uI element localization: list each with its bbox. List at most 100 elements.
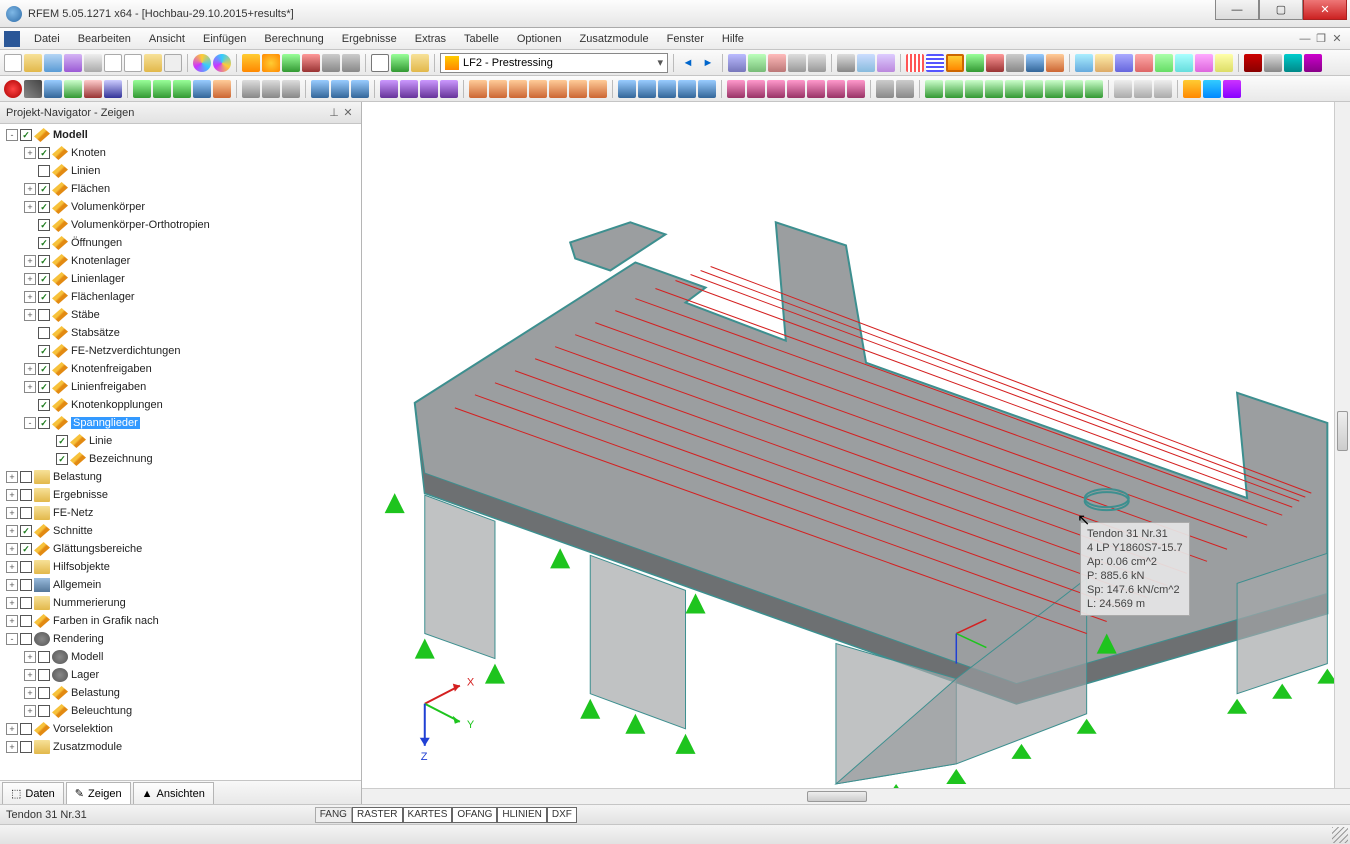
tree-checkbox[interactable] (38, 705, 50, 717)
menu-hilfe[interactable]: Hilfe (714, 31, 752, 47)
mesh8-icon[interactable] (1046, 54, 1064, 72)
navigator-tab-zeigen[interactable]: ✎Zeigen (66, 782, 131, 804)
ext3-icon[interactable] (965, 80, 983, 98)
tree-node[interactable]: +Modell (0, 648, 361, 666)
render5-icon[interactable] (698, 80, 716, 98)
expand-icon[interactable]: + (24, 273, 36, 285)
expand-icon[interactable]: + (24, 651, 36, 663)
bar-icon[interactable] (84, 80, 102, 98)
menu-bearbeiten[interactable]: Bearbeiten (70, 31, 139, 47)
view-xz-icon[interactable] (748, 54, 766, 72)
tree-checkbox[interactable] (38, 345, 50, 357)
ext9-icon[interactable] (1085, 80, 1103, 98)
tree-node[interactable]: FE-Netzverdichtungen (0, 342, 361, 360)
expand-icon[interactable]: + (6, 723, 18, 735)
window-minimize-button[interactable]: — (1215, 0, 1259, 20)
support2-icon[interactable] (153, 80, 171, 98)
expand-icon[interactable]: + (24, 687, 36, 699)
expand-icon[interactable]: + (6, 579, 18, 591)
window-maximize-button[interactable]: ▢ (1259, 0, 1303, 20)
mesh5-icon[interactable] (986, 54, 1004, 72)
tree-node[interactable]: -Spannglieder (0, 414, 361, 432)
res7-icon[interactable] (847, 80, 865, 98)
expand-icon[interactable]: + (6, 741, 18, 753)
surf-icon[interactable] (877, 54, 895, 72)
tree-node[interactable]: +Flächen (0, 180, 361, 198)
status-toggle-dxf[interactable]: DXF (547, 807, 577, 823)
status-toggle-fang[interactable]: FANG (315, 807, 352, 823)
view-horizontal-scrollbar[interactable] (362, 788, 1350, 804)
spring-icon[interactable] (213, 80, 231, 98)
edit2-icon[interactable] (262, 80, 280, 98)
check-icon[interactable] (282, 54, 300, 72)
res1-icon[interactable] (727, 80, 745, 98)
tree-checkbox[interactable] (38, 147, 50, 159)
error-icon[interactable] (302, 54, 320, 72)
tree-checkbox[interactable] (20, 507, 32, 519)
next-lc-icon[interactable]: ► (699, 54, 717, 72)
mesh1-icon[interactable] (906, 54, 924, 72)
calc-all-icon[interactable] (262, 54, 280, 72)
tree-checkbox[interactable] (38, 399, 50, 411)
tool-h-icon[interactable] (1215, 54, 1233, 72)
tool-a-icon[interactable] (1075, 54, 1093, 72)
tree-node[interactable]: +Linienfreigaben (0, 378, 361, 396)
mdi-close-icon[interactable]: ✕ (1330, 32, 1344, 46)
expand-icon[interactable]: + (24, 291, 36, 303)
tool-g-icon[interactable] (1195, 54, 1213, 72)
res2-icon[interactable] (747, 80, 765, 98)
tree-node[interactable]: +Glättungsbereiche (0, 540, 361, 558)
status-toggle-hlinien[interactable]: HLINIEN (497, 807, 546, 823)
tree-checkbox[interactable] (38, 363, 50, 375)
mesh2-icon[interactable] (926, 54, 944, 72)
rotate-icon[interactable] (331, 80, 349, 98)
expand-icon[interactable]: + (24, 183, 36, 195)
tree-node[interactable]: +Allgemein (0, 576, 361, 594)
load4-icon[interactable] (529, 80, 547, 98)
tree-checkbox[interactable] (56, 453, 68, 465)
expand-icon[interactable]: + (6, 507, 18, 519)
tree-checkbox[interactable] (56, 435, 68, 447)
tree-node[interactable]: Linie (0, 432, 361, 450)
tree-node[interactable]: +Beleuchtung (0, 702, 361, 720)
grid-icon[interactable] (857, 54, 875, 72)
tree-checkbox[interactable] (38, 381, 50, 393)
status-toggle-ofang[interactable]: OFANG (452, 807, 497, 823)
tree-node[interactable]: +Belastung (0, 684, 361, 702)
pin-icon[interactable]: ⊥ (327, 106, 341, 119)
open-icon[interactable] (24, 54, 42, 72)
expand-icon[interactable]: + (24, 309, 36, 321)
misc1-icon[interactable] (876, 80, 894, 98)
tree-checkbox[interactable] (20, 525, 32, 537)
render1-icon[interactable] (618, 80, 636, 98)
line-icon[interactable] (24, 80, 42, 98)
new-icon[interactable] (4, 54, 22, 72)
res5-icon[interactable] (807, 80, 825, 98)
ext2-icon[interactable] (945, 80, 963, 98)
resize-grip-icon[interactable] (1332, 827, 1348, 843)
tree-checkbox[interactable] (20, 723, 32, 735)
tree-node[interactable]: +Lager (0, 666, 361, 684)
tree-checkbox[interactable] (20, 579, 32, 591)
model-manager-icon[interactable] (144, 54, 162, 72)
render2-icon[interactable] (638, 80, 656, 98)
mesh6-icon[interactable] (1006, 54, 1024, 72)
expand-icon[interactable]: + (6, 597, 18, 609)
expand-icon[interactable]: + (6, 561, 18, 573)
collapse-icon[interactable]: - (6, 633, 18, 645)
tree-node[interactable]: +Stäbe (0, 306, 361, 324)
tree-checkbox[interactable] (38, 669, 50, 681)
tree-node[interactable]: +Vorselektion (0, 720, 361, 738)
expand-icon[interactable]: + (6, 489, 18, 501)
menu-ergebnisse[interactable]: Ergebnisse (334, 31, 405, 47)
tree-node[interactable]: -Rendering (0, 630, 361, 648)
tree-node[interactable]: +Zusatzmodule (0, 738, 361, 756)
expand-icon[interactable]: + (6, 525, 18, 537)
undo-icon[interactable] (193, 54, 211, 72)
load2-icon[interactable] (489, 80, 507, 98)
redo-icon[interactable] (213, 54, 231, 72)
tree-checkbox[interactable] (38, 219, 50, 231)
tbl2-icon[interactable] (1134, 80, 1152, 98)
tree-node[interactable]: Öffnungen (0, 234, 361, 252)
render4-icon[interactable] (678, 80, 696, 98)
